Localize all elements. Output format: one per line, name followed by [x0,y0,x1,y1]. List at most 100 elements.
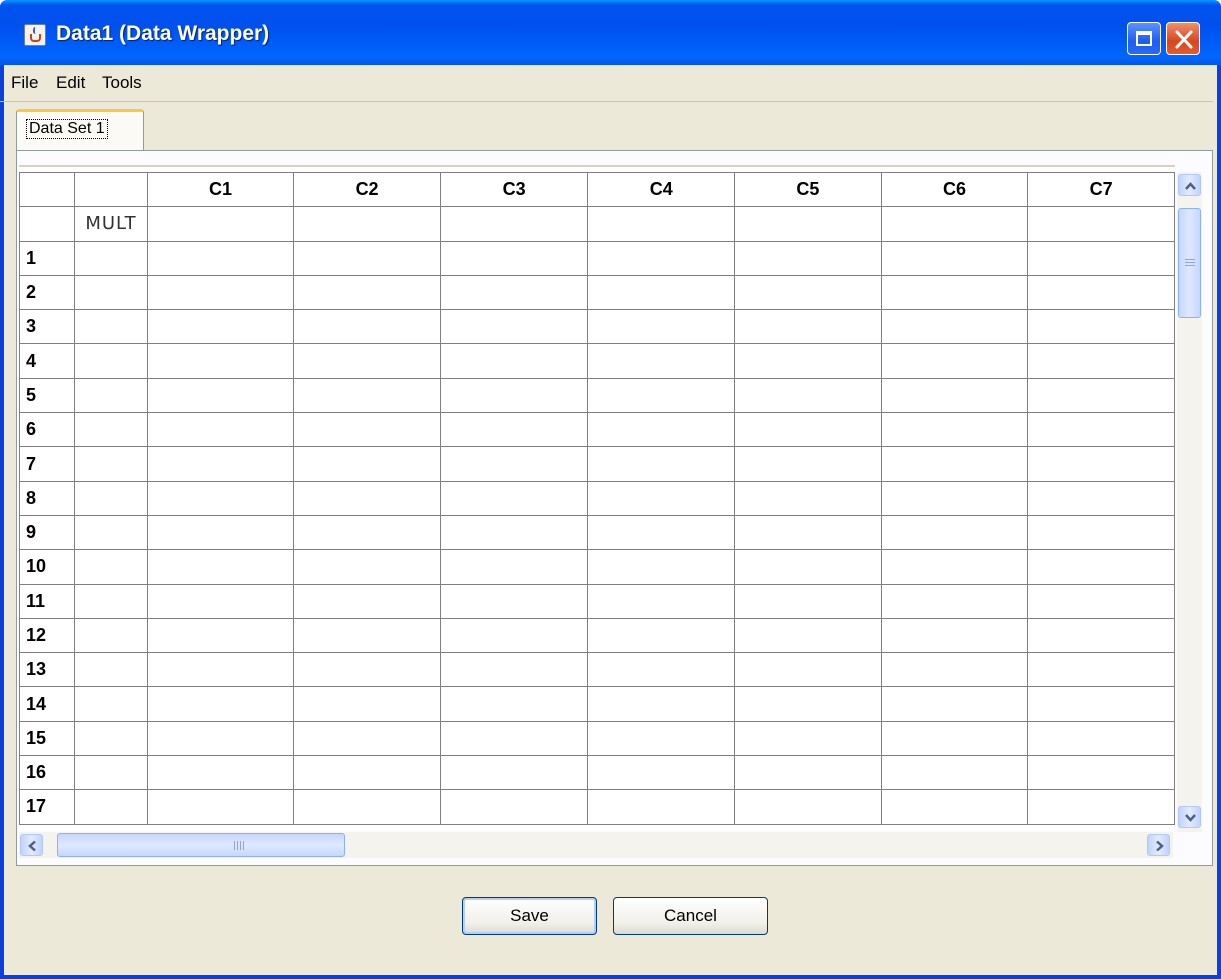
data-cell[interactable] [880,446,1029,482]
data-cell[interactable] [734,514,882,551]
horizontal-scroll-thumb[interactable] [57,833,345,857]
data-cell[interactable] [293,617,441,654]
data-cell[interactable] [880,514,1029,551]
menu-edit[interactable]: Edit [56,73,85,93]
data-cell[interactable] [587,514,736,551]
data-cell[interactable] [587,617,736,654]
data-cell[interactable] [880,412,1029,448]
data-cell[interactable] [74,789,148,825]
data-cell[interactable] [293,309,441,345]
data-cell[interactable] [734,686,882,722]
data-cell[interactable] [293,720,441,757]
data-cell[interactable] [146,583,295,619]
data-cell[interactable] [734,583,882,619]
data-cell[interactable] [439,583,589,619]
data-cell[interactable] [587,480,736,516]
type-cell[interactable] [293,206,441,242]
data-cell[interactable] [74,412,148,448]
data-cell[interactable] [587,412,736,448]
data-cell[interactable] [880,583,1029,619]
data-cell[interactable] [734,274,882,311]
data-cell[interactable] [146,514,295,551]
scroll-down-button[interactable] [1178,806,1201,828]
data-cell[interactable] [293,412,441,448]
data-cell[interactable] [880,617,1029,654]
data-cell[interactable] [734,720,882,757]
data-cell[interactable] [587,377,736,414]
data-cell[interactable] [146,549,295,585]
data-cell[interactable] [439,480,589,516]
data-cell[interactable] [880,789,1029,825]
data-cell[interactable] [587,583,736,619]
data-cell[interactable] [74,480,148,516]
data-cell[interactable] [74,583,148,619]
data-cell[interactable] [587,755,736,791]
data-cell[interactable] [293,377,441,414]
data-cell[interactable] [734,309,882,345]
data-cell[interactable] [439,412,589,448]
vertical-scrollbar[interactable] [1177,172,1202,832]
data-cell[interactable] [1027,412,1175,448]
column-header[interactable]: C3 [439,171,589,208]
type-cell[interactable] [146,206,295,242]
data-cell[interactable] [880,549,1029,585]
data-cell[interactable] [439,274,589,311]
data-cell[interactable] [734,549,882,585]
data-cell[interactable] [293,755,441,791]
data-cell[interactable] [293,583,441,619]
data-cell[interactable] [1027,583,1175,619]
data-cell[interactable] [880,343,1029,379]
data-cell[interactable] [1027,514,1175,551]
type-cell[interactable] [734,206,882,242]
data-cell[interactable] [74,617,148,654]
data-cell[interactable] [146,446,295,482]
data-cell[interactable] [587,309,736,345]
data-cell[interactable] [734,789,882,825]
tab-data-set-1[interactable]: Data Set 1 [16,109,144,151]
data-cell[interactable] [293,686,441,722]
column-header[interactable] [19,171,76,208]
data-cell[interactable] [74,514,148,551]
data-cell[interactable] [293,652,441,688]
data-cell[interactable] [1027,755,1175,791]
data-cell[interactable] [734,343,882,379]
data-cell[interactable] [439,789,589,825]
save-button[interactable]: Save [462,897,597,935]
column-header[interactable]: C1 [146,171,295,208]
data-cell[interactable] [734,240,882,276]
data-cell[interactable] [1027,686,1175,722]
data-cell[interactable] [734,446,882,482]
data-cell[interactable] [74,240,148,276]
data-cell[interactable] [293,240,441,276]
data-cell[interactable] [587,446,736,482]
variable-type-cell[interactable]: MULT [74,206,148,242]
column-header[interactable] [74,171,148,208]
data-cell[interactable] [146,617,295,654]
data-cell[interactable] [293,549,441,585]
data-cell[interactable] [734,412,882,448]
data-cell[interactable] [587,720,736,757]
data-cell[interactable] [734,480,882,516]
column-header[interactable]: C6 [880,171,1029,208]
scroll-left-button[interactable] [20,834,43,856]
data-cell[interactable] [146,343,295,379]
data-cell[interactable] [293,343,441,379]
data-cell[interactable] [293,480,441,516]
data-cell[interactable] [1027,720,1175,757]
maximize-button[interactable] [1127,22,1161,55]
data-cell[interactable] [1027,549,1175,585]
data-cell[interactable] [74,549,148,585]
data-cell[interactable] [880,377,1029,414]
data-cell[interactable] [1027,789,1175,825]
data-cell[interactable] [439,720,589,757]
data-cell[interactable] [146,412,295,448]
horizontal-scrollbar[interactable] [19,832,1173,858]
data-cell[interactable] [74,446,148,482]
column-header[interactable]: C7 [1027,171,1175,208]
data-cell[interactable] [74,274,148,311]
data-cell[interactable] [146,686,295,722]
data-cell[interactable] [880,240,1029,276]
data-cell[interactable] [734,377,882,414]
data-cell[interactable] [439,549,589,585]
type-cell[interactable] [439,206,589,242]
